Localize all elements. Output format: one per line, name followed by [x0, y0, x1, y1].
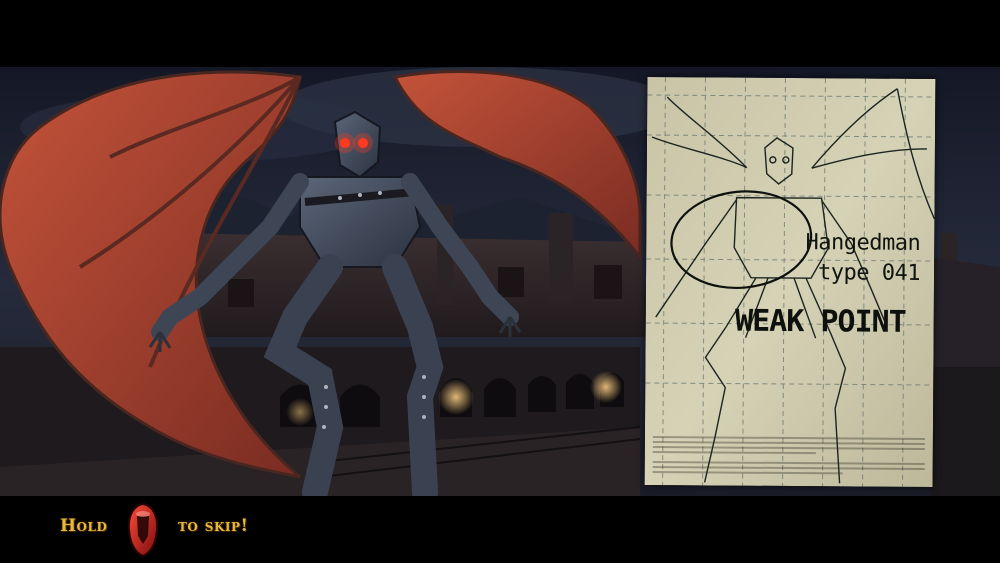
- weak-point-document: Hangedman type 041 WEAK POINT: [644, 76, 936, 488]
- skip-prompt: Hold to skip!: [0, 496, 1000, 563]
- red-controller-button-icon[interactable]: [126, 502, 160, 558]
- hold-label: Hold: [60, 516, 108, 536]
- weak-point-label: WEAK POINT: [734, 303, 906, 340]
- letterbox-top: [0, 0, 1000, 67]
- document-fine-print: [652, 433, 925, 478]
- enemy-name-line1: Hangedman: [805, 230, 921, 256]
- skip-label: to skip!: [178, 516, 249, 536]
- enemy-name: Hangedman type 041: [805, 228, 920, 289]
- enemy-name-line2: type 041: [818, 260, 921, 286]
